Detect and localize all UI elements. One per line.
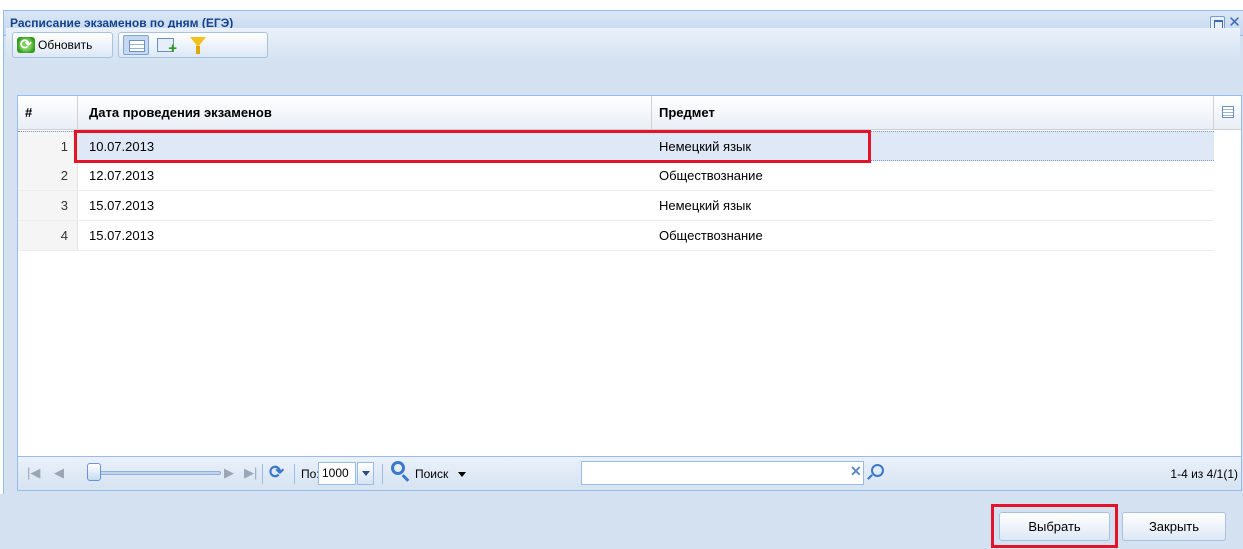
grid-toolbar: Обновить: [6, 28, 1240, 63]
column-header-date[interactable]: Дата проведения экзаменов: [78, 96, 652, 130]
page-slider-thumb[interactable]: [87, 463, 101, 481]
cell-subject: Обществознание: [659, 168, 763, 183]
select-button-highlight-frame: [991, 504, 1118, 548]
table-row[interactable]: 4 15.07.2013 Обществознание: [18, 221, 1214, 251]
table-row[interactable]: 2 12.07.2013 Обществознание: [18, 161, 1214, 191]
prev-page-icon[interactable]: ◀: [54, 465, 64, 481]
row-highlight-frame: [74, 130, 871, 163]
cell-date: 15.07.2013: [89, 198, 155, 213]
first-page-icon[interactable]: |◀: [27, 465, 40, 481]
page-slider-track[interactable]: [91, 471, 221, 475]
paging-toolbar: |◀ ◀ ▶ ▶| ⟳ По: 1000 Поиск ✕ 1-4 из 4/1(…: [17, 457, 1242, 491]
per-page-field[interactable]: 1000: [318, 462, 356, 485]
column-menu-button[interactable]: [1214, 96, 1242, 130]
filter-icon[interactable]: [190, 37, 206, 54]
separator: [382, 464, 383, 484]
search-go-icon[interactable]: [866, 461, 886, 484]
row-number: 3: [18, 191, 78, 220]
grid-header: # Дата проведения экзаменов Предмет: [18, 96, 1241, 130]
close-button[interactable]: Закрыть: [1122, 512, 1226, 541]
column-header-subject[interactable]: Предмет: [652, 96, 1214, 130]
column-header-number[interactable]: #: [18, 96, 78, 130]
refresh-button[interactable]: Обновить: [12, 32, 113, 58]
refresh-icon: [17, 36, 35, 53]
view-button-group: [118, 32, 268, 58]
cell-date: 12.07.2013: [89, 168, 155, 183]
search-icon[interactable]: [391, 461, 405, 475]
table-row[interactable]: 3 15.07.2013 Немецкий язык: [18, 191, 1214, 221]
add-record-icon[interactable]: [157, 38, 177, 57]
separator: [294, 464, 295, 484]
grid-view-icon: [129, 40, 145, 52]
cell-date: 15.07.2013: [89, 228, 155, 243]
search-menu-caret-icon[interactable]: [458, 472, 466, 477]
row-number: 4: [18, 221, 78, 250]
search-input[interactable]: [581, 461, 864, 485]
separator: [262, 464, 263, 484]
clear-search-icon[interactable]: ✕: [850, 463, 862, 480]
per-page-dropdown-icon[interactable]: [357, 462, 374, 485]
next-page-icon[interactable]: ▶: [224, 465, 234, 481]
last-page-icon[interactable]: ▶|: [244, 465, 257, 481]
search-menu-label[interactable]: Поиск: [415, 467, 448, 481]
row-number: 2: [18, 161, 78, 190]
per-page-label: По:: [301, 467, 320, 481]
cell-subject: Обществознание: [659, 228, 763, 243]
refresh-button-label: Обновить: [38, 38, 93, 52]
paging-info: 1-4 из 4/1(1): [1170, 467, 1238, 481]
cell-subject: Немецкий язык: [659, 198, 752, 213]
row-number: 1: [18, 132, 78, 161]
reload-icon[interactable]: ⟳: [269, 462, 284, 483]
column-menu-icon: [1222, 106, 1234, 118]
grid-view-button[interactable]: [123, 35, 149, 55]
